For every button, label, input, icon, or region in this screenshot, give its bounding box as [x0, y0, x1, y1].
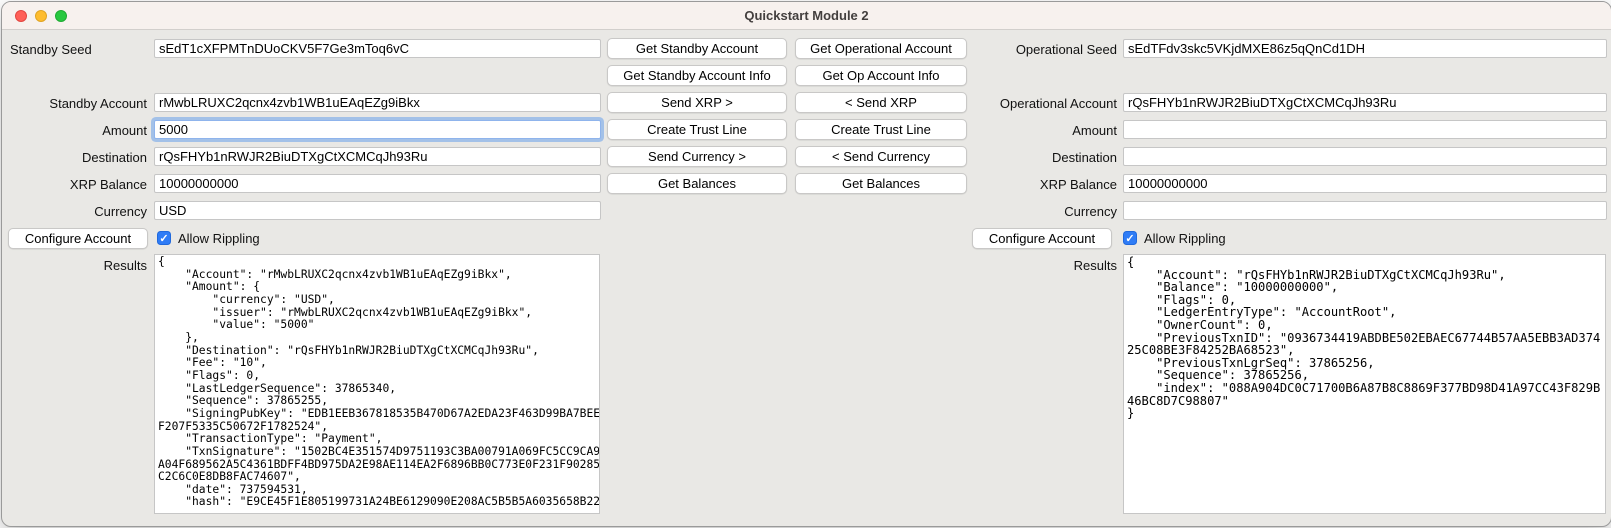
standby-allow-rippling-label: Allow Rippling: [178, 230, 260, 247]
standby-xrp-balance-label: XRP Balance: [2, 175, 147, 194]
operational-results-textarea[interactable]: { "Account": "rQsFHYb1nRWJR2BiuDTXgCtXCM…: [1123, 254, 1606, 514]
get-operational-account-button[interactable]: Get Operational Account: [795, 38, 967, 59]
operational-currency-input[interactable]: [1123, 201, 1607, 220]
create-trust-line-operational-button[interactable]: Create Trust Line: [795, 119, 967, 140]
window-title: Quickstart Module 2: [2, 2, 1611, 29]
send-currency-operational-button[interactable]: < Send Currency: [795, 146, 967, 167]
title-bar: Quickstart Module 2: [2, 2, 1611, 30]
get-standby-account-info-button[interactable]: Get Standby Account Info: [607, 65, 787, 86]
operational-allow-rippling-label: Allow Rippling: [1144, 230, 1226, 247]
operational-results-label: Results: [962, 256, 1117, 275]
standby-seed-label: Standby Seed: [10, 40, 92, 59]
form-area: Standby Seed Standby Account Amount Dest…: [2, 30, 1611, 526]
standby-results-textarea[interactable]: { "Account": "rMwbLRUXC2qcnx4zvb1WB1uEAq…: [154, 254, 600, 514]
get-balances-standby-button[interactable]: Get Balances: [607, 173, 787, 194]
standby-currency-input[interactable]: [154, 201, 601, 220]
standby-account-label: Standby Account: [2, 94, 147, 113]
operational-amount-label: Amount: [962, 121, 1117, 140]
get-standby-account-button[interactable]: Get Standby Account: [607, 38, 787, 59]
standby-xrp-balance-input[interactable]: [154, 174, 601, 193]
send-xrp-standby-button[interactable]: Send XRP >: [607, 92, 787, 113]
standby-amount-label: Amount: [2, 121, 147, 140]
operational-amount-input[interactable]: [1123, 120, 1607, 139]
standby-allow-rippling-checkbox[interactable]: ✓: [157, 231, 171, 245]
standby-results-label: Results: [2, 256, 147, 275]
standby-amount-input[interactable]: [154, 120, 601, 139]
send-xrp-operational-button[interactable]: < Send XRP: [795, 92, 967, 113]
operational-seed-label: Operational Seed: [962, 40, 1117, 59]
operational-seed-input[interactable]: [1123, 39, 1607, 58]
standby-currency-label: Currency: [2, 202, 147, 221]
get-op-account-info-button[interactable]: Get Op Account Info: [795, 65, 967, 86]
operational-destination-label: Destination: [962, 148, 1117, 167]
standby-seed-input[interactable]: [154, 39, 601, 58]
app-window: Quickstart Module 2 Standby Seed Standby…: [1, 1, 1611, 527]
operational-account-label: Operational Account: [962, 94, 1117, 113]
standby-destination-label: Destination: [2, 148, 147, 167]
standby-account-input[interactable]: [154, 93, 601, 112]
operational-allow-rippling-checkbox[interactable]: ✓: [1123, 231, 1137, 245]
send-currency-standby-button[interactable]: Send Currency >: [607, 146, 787, 167]
operational-configure-account-button[interactable]: Configure Account: [972, 228, 1112, 249]
operational-xrp-balance-input[interactable]: [1123, 174, 1607, 193]
operational-xrp-balance-label: XRP Balance: [962, 175, 1117, 194]
standby-destination-input[interactable]: [154, 147, 601, 166]
operational-destination-input[interactable]: [1123, 147, 1607, 166]
get-balances-operational-button[interactable]: Get Balances: [795, 173, 967, 194]
standby-configure-account-button[interactable]: Configure Account: [8, 228, 148, 249]
operational-currency-label: Currency: [962, 202, 1117, 221]
operational-account-input[interactable]: [1123, 93, 1607, 112]
create-trust-line-standby-button[interactable]: Create Trust Line: [607, 119, 787, 140]
